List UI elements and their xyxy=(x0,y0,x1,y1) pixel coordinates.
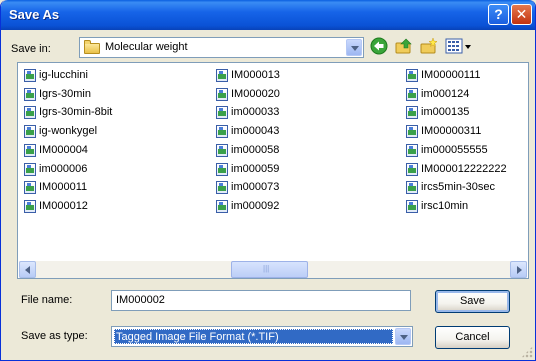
image-file-icon xyxy=(216,143,228,157)
file-item-label: im000135 xyxy=(421,106,470,119)
image-file-icon xyxy=(24,181,36,195)
image-file-icon xyxy=(216,199,228,213)
chevron-down-icon[interactable] xyxy=(346,39,362,56)
arrow-right-icon xyxy=(517,266,522,274)
scroll-left-button[interactable] xyxy=(19,261,36,278)
image-file-icon xyxy=(406,181,418,195)
resize-grip[interactable] xyxy=(521,346,533,358)
file-item-label: Igrs-30min-8bit xyxy=(39,106,113,119)
file-item-label: im000058 xyxy=(231,143,280,156)
save-as-dialog: Save As ? ✕ Save in: Molecular weight ig… xyxy=(0,0,536,361)
file-item-label: ircs5min-30sec xyxy=(421,181,495,194)
file-item-label: IM000012222222 xyxy=(421,162,507,175)
scroll-right-button[interactable] xyxy=(510,261,527,278)
image-file-icon xyxy=(24,143,36,157)
title-bar[interactable]: Save As ? ✕ xyxy=(1,0,535,30)
file-item-label: im000043 xyxy=(231,125,280,138)
save-as-type-label: Save as type: xyxy=(21,330,88,342)
file-item-label: irsc10min xyxy=(421,199,469,212)
file-item-label: IM00000111 xyxy=(421,69,481,81)
file-name-label: File name: xyxy=(21,294,73,306)
image-file-icon xyxy=(406,162,418,176)
file-item-label: im000124 xyxy=(421,87,470,100)
file-item-label: IM000004 xyxy=(39,143,88,156)
file-list[interactable]: ig-lucchini Igrs-30min Igrs-30min-8bit ig-w… xyxy=(17,62,529,279)
image-file-icon xyxy=(24,199,36,213)
image-file-icon xyxy=(406,143,418,157)
file-item-label: ig-wonkygel xyxy=(39,125,98,138)
save-in-combo[interactable]: Molecular weight xyxy=(79,37,364,58)
image-file-icon xyxy=(406,106,418,120)
dropdown-arrow-icon xyxy=(465,45,471,49)
back-icon[interactable] xyxy=(369,36,389,56)
image-file-icon xyxy=(406,69,418,82)
up-folder-icon[interactable] xyxy=(394,36,414,56)
image-file-icon xyxy=(406,125,418,139)
file-item-label: IM000013 xyxy=(231,69,280,81)
folder-icon xyxy=(84,40,100,54)
save-as-type-value: Tagged Image File Format (*.TIF) xyxy=(114,329,393,344)
save-as-type-select[interactable]: Tagged Image File Format (*.TIF) xyxy=(111,326,413,347)
image-file-icon xyxy=(24,87,36,101)
image-file-icon xyxy=(24,69,36,82)
cancel-button[interactable]: Cancel xyxy=(435,326,510,349)
file-item-label: im000073 xyxy=(231,181,280,194)
close-button[interactable]: ✕ xyxy=(511,4,532,25)
image-file-icon xyxy=(24,162,36,176)
views-icon xyxy=(445,38,463,54)
image-file-icon xyxy=(216,162,228,176)
close-icon: ✕ xyxy=(515,6,528,22)
image-file-icon xyxy=(24,125,36,139)
image-file-icon xyxy=(216,87,228,101)
file-item-label: im000006 xyxy=(39,162,88,175)
file-item-label: IM000011 xyxy=(39,181,88,194)
chevron-down-icon[interactable] xyxy=(395,328,411,345)
file-item-label: im000092 xyxy=(231,199,280,212)
image-file-icon xyxy=(216,125,228,139)
file-item-label: im000055555 xyxy=(421,143,488,156)
file-item-label: im000059 xyxy=(231,162,280,175)
new-folder-icon[interactable] xyxy=(419,36,439,56)
image-file-icon xyxy=(406,87,418,101)
file-item-label: IM000012 xyxy=(39,199,88,212)
help-icon: ? xyxy=(494,6,503,22)
image-file-icon xyxy=(216,106,228,120)
current-folder-label: Molecular weight xyxy=(105,41,188,53)
file-item-label: IM00000311 xyxy=(421,125,482,138)
save-button[interactable]: Save xyxy=(435,290,510,313)
arrow-left-icon xyxy=(25,266,30,274)
help-button[interactable]: ? xyxy=(488,4,509,25)
image-file-icon xyxy=(406,199,418,213)
image-file-icon xyxy=(216,181,228,195)
image-file-icon xyxy=(216,69,228,82)
file-item-label: IM000020 xyxy=(231,87,280,100)
views-menu[interactable] xyxy=(445,36,475,56)
horizontal-scrollbar[interactable] xyxy=(19,261,527,278)
file-item-label: im000033 xyxy=(231,106,280,119)
image-file-icon xyxy=(24,106,36,120)
file-item-label: Igrs-30min xyxy=(39,87,91,100)
save-in-label: Save in: xyxy=(11,43,51,55)
scroll-thumb[interactable] xyxy=(231,261,308,278)
file-item-label: ig-lucchini xyxy=(39,69,88,81)
file-name-input[interactable]: IM000002 xyxy=(111,290,411,311)
dialog-title: Save As xyxy=(9,7,60,22)
